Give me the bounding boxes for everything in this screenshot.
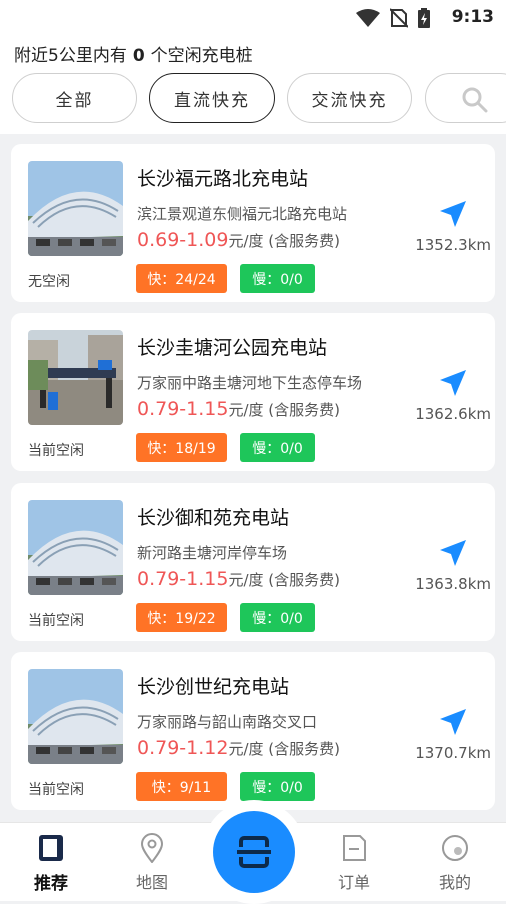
- price-range: 0.79-1.15: [137, 398, 229, 420]
- station-price: 0.79-1.15元/度 (含服务费): [137, 398, 340, 420]
- navigate-icon[interactable]: [438, 707, 468, 737]
- tab-label: 我的: [438, 873, 471, 892]
- navigate-icon[interactable]: [438, 538, 468, 568]
- fast-charger-badge: 快：9/11: [136, 772, 227, 801]
- slow-charger-badge: 慢：0/0: [240, 772, 315, 801]
- station-card[interactable]: 长沙福元路北充电站 滨江景观道东侧福元北路充电站 0.69-1.09元/度 (含…: [11, 144, 495, 302]
- station-photo: [28, 161, 123, 256]
- no-sim-icon: [390, 8, 408, 28]
- price-range: 0.69-1.09: [137, 229, 229, 251]
- station-distance: 1370.7km: [415, 744, 491, 762]
- station-price: 0.69-1.09元/度 (含服务费): [137, 229, 340, 251]
- station-card[interactable]: 长沙御和苑充电站 新河路圭塘河岸停车场 0.79-1.15元/度 (含服务费) …: [11, 483, 495, 641]
- station-photo: [28, 669, 123, 764]
- filter-ac-fast[interactable]: 交流快充: [287, 73, 412, 123]
- availability-status: 当前空闲: [28, 613, 84, 629]
- search-icon: [462, 87, 488, 113]
- station-address: 万家丽路与韶山南路交叉口: [137, 713, 318, 731]
- availability-status: 当前空闲: [28, 443, 84, 459]
- header: 附近5公里内有 0 个空闲充电桩 全部 直流快充 交流快充: [0, 36, 506, 134]
- station-name: 长沙创世纪充电站: [137, 676, 290, 698]
- slow-charger-badge: 慢：0/0: [240, 603, 315, 632]
- station-address: 新河路圭塘河岸停车场: [137, 544, 288, 562]
- scan-icon: [237, 836, 271, 868]
- tab-label: 订单: [337, 873, 370, 892]
- slow-charger-badge: 慢：0/0: [240, 433, 315, 462]
- station-card[interactable]: 长沙创世纪充电站 万家丽路与韶山南路交叉口 0.79-1.12元/度 (含服务费…: [11, 652, 495, 810]
- navigate-icon[interactable]: [438, 368, 468, 398]
- station-price: 0.79-1.12元/度 (含服务费): [137, 737, 340, 759]
- station-photo: [28, 500, 123, 595]
- station-distance: 1363.8km: [415, 575, 491, 593]
- station-address: 滨江景观道东侧福元北路充电站: [137, 205, 348, 223]
- station-distance: 1352.3km: [415, 236, 491, 254]
- filter-chips: 全部 直流快充 交流快充: [12, 73, 412, 123]
- availability-status: 当前空闲: [28, 782, 84, 798]
- battery-charging-icon: [418, 8, 430, 28]
- free-count: 0: [132, 46, 145, 66]
- price-unit: 元/度 (含服务费): [228, 571, 340, 589]
- tab-label: 推荐: [34, 874, 68, 894]
- nearby-summary: 附近5公里内有 0 个空闲充电桩: [14, 41, 253, 66]
- tab-map[interactable]: 地图: [112, 823, 192, 901]
- price-unit: 元/度 (含服务费): [228, 740, 340, 758]
- summary-suffix: 个空闲充电桩: [150, 46, 253, 66]
- wifi-icon: [356, 9, 380, 27]
- map-pin-icon: [140, 833, 164, 863]
- station-name: 长沙圭塘河公园充电站: [137, 337, 328, 359]
- order-icon: [343, 835, 366, 861]
- tab-label: 地图: [135, 873, 168, 892]
- price-range: 0.79-1.15: [137, 568, 229, 590]
- slow-charger-badge: 慢：0/0: [240, 264, 315, 293]
- tab-orders[interactable]: 订单: [314, 823, 394, 901]
- station-distance: 1362.6km: [415, 405, 491, 423]
- availability-status: 无空闲: [28, 274, 70, 290]
- status-icons: [356, 8, 430, 28]
- price-range: 0.79-1.12: [137, 737, 229, 759]
- filter-dc-fast[interactable]: 直流快充: [149, 73, 275, 123]
- fast-charger-badge: 快：18/19: [136, 433, 227, 462]
- station-price: 0.79-1.15元/度 (含服务费): [137, 568, 340, 590]
- clock: 9:13: [451, 7, 494, 27]
- station-address: 万家丽中路圭塘河地下生态停车场: [137, 374, 363, 392]
- profile-icon: [442, 835, 468, 861]
- price-unit: 元/度 (含服务费): [228, 232, 340, 250]
- station-card[interactable]: 长沙圭塘河公园充电站 万家丽中路圭塘河地下生态停车场 0.79-1.15元/度 …: [11, 313, 495, 471]
- price-unit: 元/度 (含服务费): [228, 401, 340, 419]
- status-bar: 9:13: [0, 0, 506, 36]
- search-button[interactable]: [425, 73, 506, 123]
- fast-charger-badge: 快：19/22: [136, 603, 227, 632]
- station-photo: [28, 330, 123, 425]
- tab-recommend[interactable]: 推荐: [11, 823, 91, 901]
- filter-all[interactable]: 全部: [12, 73, 137, 123]
- station-name: 长沙御和苑充电站: [137, 507, 290, 529]
- station-name: 长沙福元路北充电站: [137, 168, 309, 190]
- recommend-icon: [39, 835, 63, 861]
- summary-prefix: 附近5公里内有: [14, 46, 127, 66]
- tab-profile[interactable]: 我的: [415, 823, 495, 901]
- navigate-icon[interactable]: [438, 199, 468, 229]
- scan-button[interactable]: [213, 811, 295, 893]
- fast-charger-badge: 快：24/24: [136, 264, 227, 293]
